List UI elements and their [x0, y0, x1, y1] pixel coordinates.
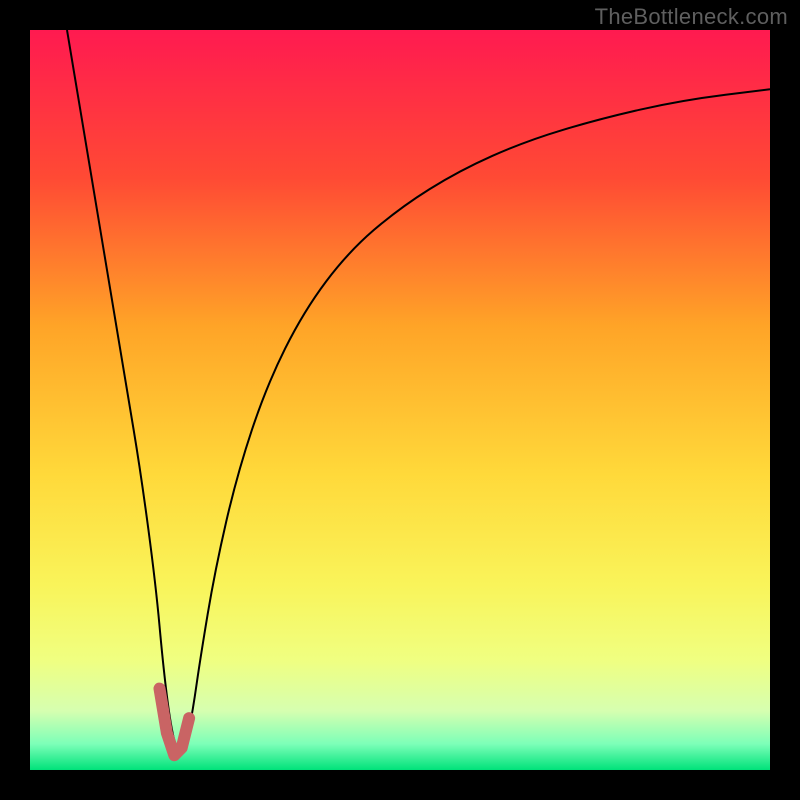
bottleneck-curve [67, 30, 770, 752]
chart-frame: TheBottleneck.com [0, 0, 800, 800]
curve-layer [30, 30, 770, 770]
marker-path [160, 689, 190, 756]
watermark-text: TheBottleneck.com [595, 4, 788, 30]
highlight-markers [160, 689, 190, 756]
plot-area [30, 30, 770, 770]
